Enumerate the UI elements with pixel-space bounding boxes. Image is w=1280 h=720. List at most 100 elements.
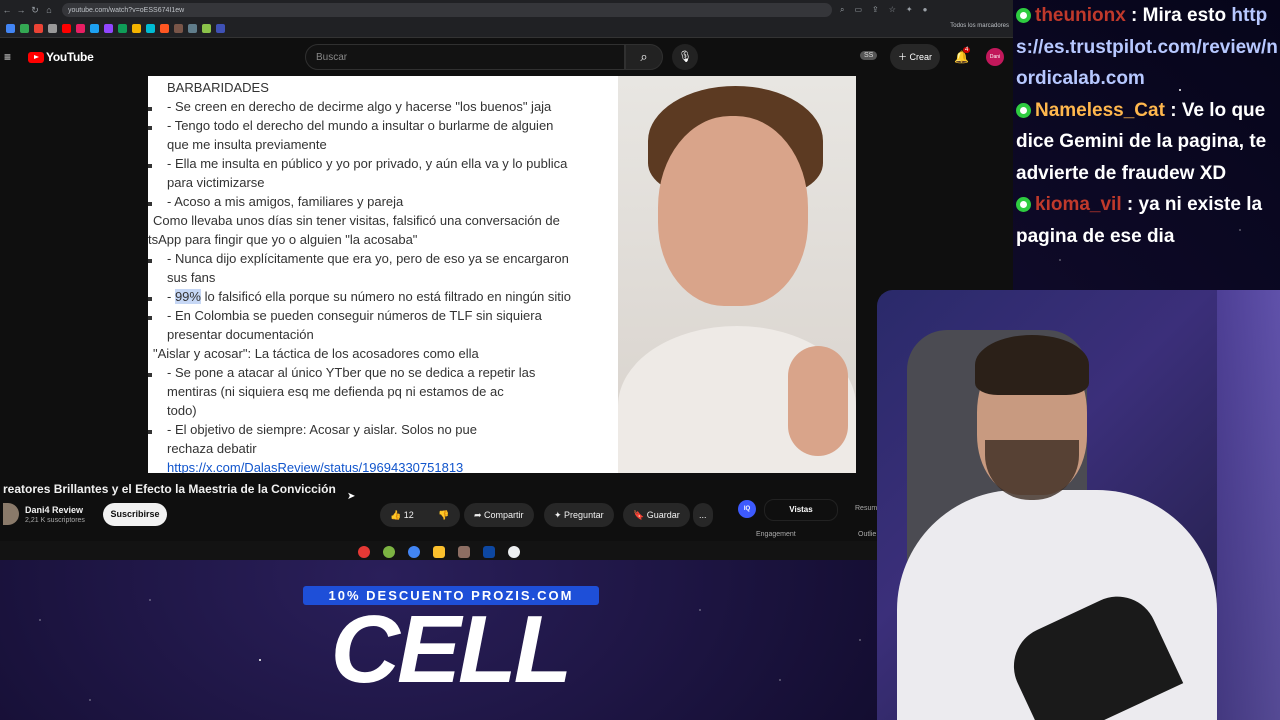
bullet-marker — [148, 373, 152, 377]
chat-message: Nameless_Cat : Ve lo que dice Gemini de … — [1016, 95, 1280, 190]
app-icon[interactable] — [383, 545, 395, 558]
document-line: rechaza debatir — [167, 441, 257, 456]
bookmark-icon[interactable] — [90, 24, 99, 33]
document-line: - El objetivo de siempre: Acosar y aisla… — [167, 422, 477, 437]
document-line: - 99% lo falsificó ella porque su número… — [167, 289, 571, 304]
document-line: sus fans — [167, 270, 216, 285]
bookmark-icon[interactable] — [118, 24, 127, 33]
bookmark-icon[interactable] — [20, 24, 29, 33]
video-title: reatores Brillantes y el Efecto la Maest… — [3, 482, 336, 496]
document-link[interactable]: https://x.com/DalasReview/status/1969433… — [167, 460, 463, 473]
video-player[interactable]: BARBARIDADES - Se creen en derecho de dec… — [148, 76, 856, 473]
document-line: BARBARIDADES — [167, 80, 269, 95]
search-icon: ⌕ — [640, 49, 648, 64]
save-label: Guardar — [646, 510, 680, 520]
share-arrow-icon: ➦ — [474, 510, 485, 520]
home-icon[interactable]: ⌂ — [42, 5, 56, 15]
photoshop-app-icon[interactable] — [483, 545, 495, 558]
bookmark-icon[interactable] — [104, 24, 113, 33]
star-icon[interactable]: ☆ — [889, 5, 896, 15]
chat-username[interactable]: Nameless_Cat — [1035, 100, 1165, 121]
views-tab[interactable]: Vistas — [764, 499, 838, 521]
hamburger-menu-icon[interactable]: ≡ — [4, 50, 18, 64]
address-bar[interactable]: youtube.com/watch?v=oESS674I1ew — [62, 3, 832, 17]
bullet-marker — [148, 202, 152, 206]
voice-search-button[interactable]: 🎙 — [672, 44, 698, 70]
video-document-text: BARBARIDADES - Se creen en derecho de dec… — [148, 76, 653, 473]
iq-extension-icon[interactable]: IQ — [738, 500, 756, 518]
cast-icon[interactable]: ▭ — [854, 5, 862, 15]
account-avatar[interactable]: Dani — [986, 48, 1004, 66]
bookmark-icon[interactable] — [76, 24, 85, 33]
obs-app-icon[interactable] — [358, 545, 370, 558]
microphone-icon: 🎙 — [678, 51, 692, 63]
more-actions-button[interactable]: ... — [693, 503, 713, 527]
bullet-marker — [148, 297, 152, 301]
document-line: - Nunca dijo explícitamente que era yo, … — [167, 251, 569, 266]
bookmark-icon[interactable] — [202, 24, 211, 33]
bookmark-icon[interactable] — [216, 24, 225, 33]
url-text: youtube.com/watch?v=oESS674I1ew — [68, 6, 185, 14]
search-input[interactable]: Buscar — [305, 44, 625, 70]
sparkle-icon: ✦ — [554, 510, 565, 520]
chat-separator: : — [1164, 99, 1182, 121]
plus-icon: ＋ — [898, 52, 910, 62]
app-icon[interactable] — [508, 545, 520, 558]
bookmark-icon[interactable] — [48, 24, 57, 33]
bookmark-icon[interactable] — [34, 24, 43, 33]
bookmark-icon[interactable] — [160, 24, 169, 33]
bookmark-icon[interactable] — [62, 24, 71, 33]
dislike-button[interactable]: 👎 — [428, 503, 460, 527]
save-button[interactable]: 🔖 Guardar — [623, 503, 690, 527]
profile-icon[interactable]: ● — [923, 5, 928, 15]
extensions-icon[interactable]: ✦ — [906, 5, 913, 15]
bookmark-icon[interactable] — [146, 24, 155, 33]
bookmark-icon[interactable] — [188, 24, 197, 33]
chrome-app-icon[interactable] — [408, 545, 420, 558]
all-bookmarks-link[interactable]: Todos los marcadores — [950, 23, 1009, 29]
chat-badge-icon — [1016, 102, 1031, 118]
outliers-label: Outlie — [858, 531, 877, 538]
youtube-logo[interactable]: YouTube — [28, 50, 94, 64]
search-button[interactable]: ⌕ — [625, 44, 663, 70]
youtube-play-icon — [28, 51, 44, 63]
app-icon[interactable] — [458, 545, 470, 558]
chat-username[interactable]: theunionx — [1035, 5, 1126, 26]
document-line: que me insulta previamente — [167, 137, 327, 152]
channel-avatar[interactable] — [3, 503, 19, 525]
streamer-hair — [975, 335, 1089, 395]
share-icon[interactable]: ⇪ — [872, 5, 879, 15]
bookmark-icon[interactable] — [174, 24, 183, 33]
summary-tab[interactable]: Resum — [855, 505, 877, 512]
zoom-icon[interactable]: ⌕ — [840, 5, 844, 15]
bullet-marker — [148, 316, 152, 320]
document-line: mentiras (ni siquiera esq me defienda pq… — [167, 384, 504, 399]
chat-badge-icon — [1016, 197, 1031, 212]
ask-button[interactable]: ✦ Preguntar — [544, 503, 614, 527]
reload-icon[interactable]: ↻ — [28, 5, 42, 16]
document-line: todo) — [167, 403, 197, 418]
back-icon[interactable]: ← — [0, 5, 14, 15]
share-label: Compartir — [484, 510, 524, 520]
engagement-label: Engagement — [756, 531, 796, 538]
bullet-marker — [148, 126, 152, 130]
create-button[interactable]: ＋ Crear — [890, 44, 941, 70]
browser-window: ← → ↻ ⌂ youtube.com/watch?v=oESS674I1ew … — [0, 0, 1013, 560]
channel-name[interactable]: Dani4 Review — [25, 505, 83, 515]
subscribe-button[interactable]: Suscribirse — [103, 503, 167, 526]
ss-badge[interactable]: SS — [860, 51, 878, 60]
folder-app-icon[interactable] — [433, 545, 445, 558]
bookmark-icon[interactable] — [6, 24, 15, 33]
presenter-hand — [788, 346, 848, 456]
youtube-header: ≡ YouTube Buscar ⌕ 🎙 SS ＋ Crear 🔔 4 Dani — [0, 38, 1013, 76]
document-line: - Se pone a atacar al único YTber que no… — [167, 365, 536, 380]
taskbar — [0, 541, 878, 560]
background-light — [1217, 290, 1280, 720]
bookmark-icon[interactable] — [132, 24, 141, 33]
mouse-cursor-icon: ➤ — [347, 491, 356, 502]
document-line: para victimizarse — [167, 175, 265, 190]
forward-icon[interactable]: → — [14, 5, 28, 15]
share-button[interactable]: ➦ Compartir — [464, 503, 534, 527]
chat-username[interactable]: kioma_vil — [1035, 194, 1122, 215]
promo-brand-logo: CELL — [330, 596, 573, 703]
